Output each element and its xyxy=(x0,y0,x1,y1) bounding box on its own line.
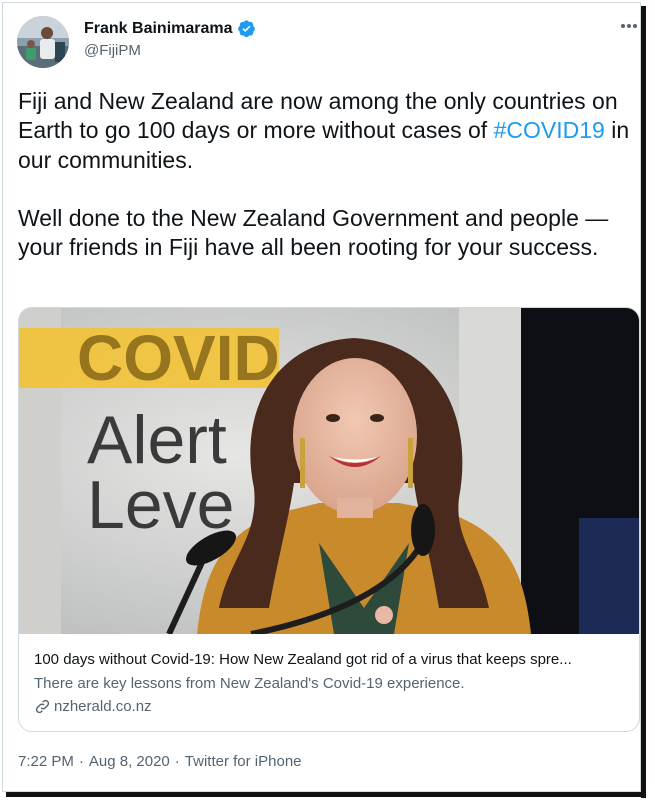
card-body: 100 days without Covid-19: How New Zeala… xyxy=(34,651,629,715)
meta-separator: · xyxy=(174,753,180,770)
card-description: There are key lessons from New Zealand's… xyxy=(34,675,465,692)
tweet-date[interactable]: Aug 8, 2020 xyxy=(89,753,170,770)
tweet-container: Frank Bainimarama @FijiPM Fiji and New Z… xyxy=(2,2,641,792)
author-name-row: Frank Bainimarama xyxy=(84,19,256,38)
avatar-photo xyxy=(17,16,69,68)
image-text-level: Leve xyxy=(87,467,234,543)
tweet-metadata: 7:22 PM · Aug 8, 2020 · Twitter for iPho… xyxy=(18,753,302,770)
author-handle[interactable]: @FijiPM xyxy=(84,42,141,59)
meta-separator: · xyxy=(78,753,84,770)
card-image: COVID Alert Leve xyxy=(19,308,639,634)
card-domain[interactable]: nzherald.co.nz xyxy=(54,698,152,715)
tweet-source[interactable]: Twitter for iPhone xyxy=(185,753,302,770)
link-preview-card[interactable]: COVID Alert Leve 100 days without Covid-… xyxy=(18,307,640,732)
avatar[interactable] xyxy=(17,16,69,68)
link-icon xyxy=(35,699,50,714)
card-title[interactable]: 100 days without Covid-19: How New Zeala… xyxy=(34,651,629,671)
more-options-button[interactable] xyxy=(615,15,643,37)
author-name[interactable]: Frank Bainimarama xyxy=(84,20,233,38)
tweet-time[interactable]: 7:22 PM xyxy=(18,753,74,770)
frame-shadow-bottom xyxy=(6,792,646,797)
verified-badge-icon xyxy=(237,20,255,38)
image-text-covid: COVID xyxy=(77,322,280,394)
hashtag-link[interactable]: #COVID19 xyxy=(494,117,605,143)
card-domain-row: nzherald.co.nz xyxy=(34,698,629,715)
tweet-text: Fiji and New Zealand are now among the o… xyxy=(18,87,643,263)
more-dots-icon xyxy=(621,24,637,28)
